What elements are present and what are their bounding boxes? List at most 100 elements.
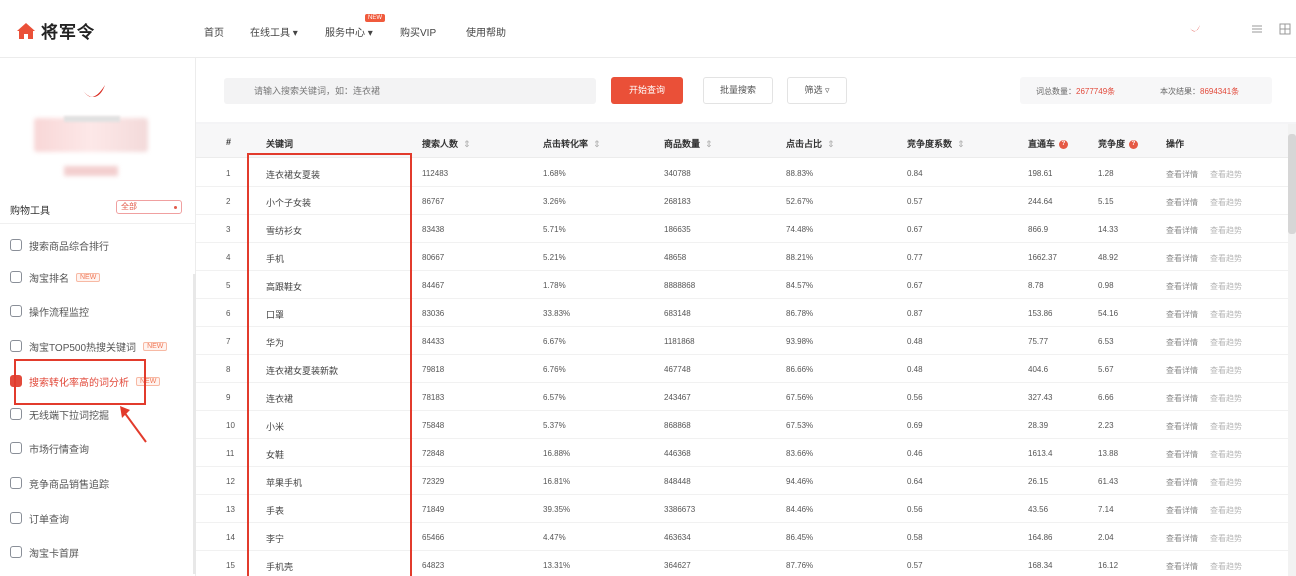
cell-click-share: 86.78% xyxy=(786,309,814,318)
view-trend-link[interactable]: 查看趋势 xyxy=(1210,197,1242,208)
batch-search-button[interactable]: 批量搜索 xyxy=(703,77,773,104)
grid-icon[interactable] xyxy=(1278,22,1292,36)
cell-competition: 5.15 xyxy=(1098,197,1114,206)
view-trend-link[interactable]: 查看趋势 xyxy=(1210,449,1242,460)
mobile-icon xyxy=(10,408,22,420)
view-detail-link[interactable]: 查看详情 xyxy=(1166,561,1198,572)
sidebar-item-taobao-rank[interactable]: 淘宝排名 NEW xyxy=(10,270,101,285)
sidebar-item-dropdown-words[interactable]: 无线端下拉词挖掘 xyxy=(10,407,109,422)
view-trend-link[interactable]: 查看趋势 xyxy=(1210,253,1242,264)
cell-click-share: 83.66% xyxy=(786,449,814,458)
col-click-share[interactable]: 点击占比 ⇕ xyxy=(786,137,835,150)
view-detail-link[interactable]: 查看详情 xyxy=(1166,225,1198,236)
nav-help[interactable]: 使用帮助 xyxy=(466,24,506,39)
nav-service-center[interactable]: 服务中心 ▾ xyxy=(325,24,373,39)
view-trend-link[interactable]: 查看趋势 xyxy=(1210,225,1242,236)
view-trend-link[interactable]: 查看趋势 xyxy=(1210,505,1242,516)
nav-online-tools[interactable]: 在线工具 ▾ xyxy=(250,24,298,39)
cell-product-count: 364627 xyxy=(664,561,691,570)
cell-competition: 1.28 xyxy=(1098,169,1114,178)
view-detail-link[interactable]: 查看详情 xyxy=(1166,253,1198,264)
col-search-users[interactable]: 搜索人数 ⇕ xyxy=(422,137,471,150)
nav-buy-vip[interactable]: 购买VIP xyxy=(400,24,436,39)
col-product-count[interactable]: 商品数量 ⇕ xyxy=(664,137,713,150)
cell-competition: 2.04 xyxy=(1098,533,1114,542)
view-trend-link[interactable]: 查看趋势 xyxy=(1210,309,1242,320)
blurred-user-name xyxy=(64,116,120,122)
cell-competition: 0.98 xyxy=(1098,281,1114,290)
keyword-search-input[interactable]: 请输入搜索关键词，如：连衣裙 xyxy=(224,78,596,104)
view-detail-link[interactable]: 查看详情 xyxy=(1166,393,1198,404)
view-trend-link[interactable]: 查看趋势 xyxy=(1210,337,1242,348)
sidebar-item-top500[interactable]: 淘宝TOP500热搜关键词 NEW xyxy=(10,339,168,354)
cell-competition: 5.67 xyxy=(1098,365,1114,374)
filter-button[interactable]: 筛选 ▿ xyxy=(787,77,847,104)
view-detail-link[interactable]: 查看详情 xyxy=(1166,169,1198,180)
view-trend-link[interactable]: 查看趋势 xyxy=(1210,393,1242,404)
result-stats: 词总数量：2677749条 本次结果：8694341条 xyxy=(1020,77,1272,104)
sort-icon[interactable]: ⇕ xyxy=(463,139,471,149)
view-detail-link[interactable]: 查看详情 xyxy=(1166,337,1198,348)
blurred-user-info xyxy=(34,118,148,152)
sidebar-item-label: 市场行情查询 xyxy=(29,444,89,456)
sort-icon[interactable]: ⇕ xyxy=(827,139,835,149)
cell-index: 12 xyxy=(226,477,235,486)
view-trend-link[interactable]: 查看趋势 xyxy=(1210,561,1242,572)
nav-home[interactable]: 首页 xyxy=(204,24,224,39)
col-label: 竞争度 xyxy=(1098,139,1126,149)
sort-icon[interactable]: ⇕ xyxy=(593,139,601,149)
view-detail-link[interactable]: 查看详情 xyxy=(1166,533,1198,544)
sidebar-item-market-query[interactable]: 市场行情查询 xyxy=(10,441,89,456)
col-competition-index[interactable]: 竞争度系数 ⇕ xyxy=(907,137,965,150)
cell-ztc: 198.61 xyxy=(1028,169,1053,178)
cell-competition: 16.12 xyxy=(1098,561,1119,570)
cell-competition: 2.23 xyxy=(1098,421,1114,430)
cell-search-users: 78183 xyxy=(422,393,445,402)
sidebar-item-search-ranking[interactable]: 搜索商品综合排行 xyxy=(10,238,109,253)
view-trend-link[interactable]: 查看趋势 xyxy=(1210,421,1242,432)
sort-icon[interactable]: ⇕ xyxy=(957,139,965,149)
col-ztc[interactable]: 直通车? xyxy=(1028,137,1069,150)
brand-logo[interactable]: 将军令 xyxy=(16,18,95,43)
view-trend-link[interactable]: 查看趋势 xyxy=(1210,365,1242,376)
list-icon xyxy=(10,340,22,352)
view-trend-link[interactable]: 查看趋势 xyxy=(1210,533,1242,544)
user-avatar-icon[interactable] xyxy=(1188,22,1202,36)
cell-conversion: 39.35% xyxy=(543,505,571,514)
table-scrollbar-thumb[interactable] xyxy=(1288,134,1296,234)
view-detail-link[interactable]: 查看详情 xyxy=(1166,281,1198,292)
view-detail-link[interactable]: 查看详情 xyxy=(1166,197,1198,208)
tools-category-select[interactable]: 全部 xyxy=(116,200,182,214)
col-conversion[interactable]: 点击转化率 ⇕ xyxy=(543,137,601,150)
cell-conversion: 33.83% xyxy=(543,309,571,318)
help-icon[interactable]: ? xyxy=(1129,140,1139,150)
view-detail-link[interactable]: 查看详情 xyxy=(1166,505,1198,516)
cell-ztc: 164.86 xyxy=(1028,533,1053,542)
view-detail-link[interactable]: 查看详情 xyxy=(1166,421,1198,432)
view-detail-link[interactable]: 查看详情 xyxy=(1166,309,1198,320)
cell-competition-index: 0.87 xyxy=(907,309,923,318)
view-detail-link[interactable]: 查看详情 xyxy=(1166,449,1198,460)
sort-icon[interactable]: ⇕ xyxy=(705,139,713,149)
view-trend-link[interactable]: 查看趋势 xyxy=(1210,169,1242,180)
view-detail-link[interactable]: 查看详情 xyxy=(1166,365,1198,376)
sidebar-item-label: 淘宝TOP500热搜关键词 xyxy=(29,342,137,354)
view-trend-link[interactable]: 查看趋势 xyxy=(1210,281,1242,292)
start-query-button[interactable]: 开始查询 xyxy=(611,77,683,104)
view-trend-link[interactable]: 查看趋势 xyxy=(1210,477,1242,488)
sidebar-item-order-query[interactable]: 订单查询 xyxy=(10,511,69,526)
cell-ztc: 866.9 xyxy=(1028,225,1049,234)
sidebar-item-label: 淘宝排名 xyxy=(29,273,69,285)
col-competition[interactable]: 竞争度? xyxy=(1098,137,1139,150)
sidebar-item-process-monitor[interactable]: 操作流程监控 xyxy=(10,304,89,319)
menu-icon[interactable] xyxy=(1250,22,1264,36)
help-icon[interactable]: ? xyxy=(1059,140,1069,150)
cell-conversion: 5.37% xyxy=(543,421,566,430)
sidebar-item-competitor-tracking[interactable]: 竞争商品销售追踪 xyxy=(10,476,109,491)
cell-conversion: 16.81% xyxy=(543,477,571,486)
cell-search-users: 72329 xyxy=(422,477,445,486)
tools-title: 购物工具 xyxy=(10,206,50,217)
sidebar-item-first-screen[interactable]: 淘宝卡首屏 xyxy=(10,545,79,560)
view-detail-link[interactable]: 查看详情 xyxy=(1166,477,1198,488)
cell-search-users: 71849 xyxy=(422,505,445,514)
